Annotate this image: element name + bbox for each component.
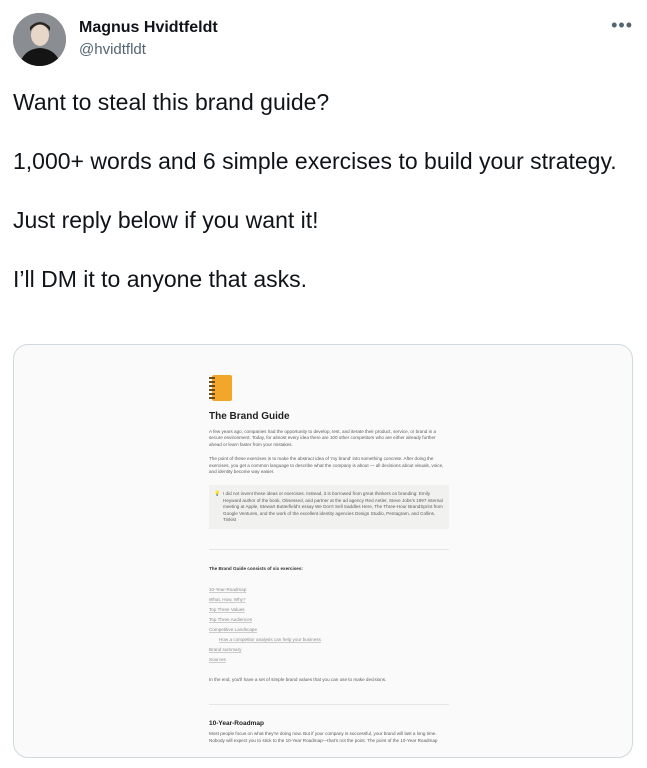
more-horizontal-icon[interactable]: •••	[611, 15, 633, 36]
tweet-paragraph: Want to steal this brand guide?	[13, 89, 330, 115]
toc-item[interactable]: How a competitor analysis can help your …	[209, 637, 449, 643]
avatar[interactable]	[13, 13, 66, 66]
author-name[interactable]: Magnus Hvidtfeldt	[79, 19, 218, 37]
tweet-paragraph: 1,000+ words and 6 simple exercises to b…	[13, 148, 617, 174]
doc-intro: A few years ago, companies had the oppor…	[209, 429, 437, 447]
toc-item[interactable]: Top Three Audiences	[209, 617, 449, 623]
doc-callout: 💡 I did not invent these ideas or exerci…	[209, 485, 449, 530]
divider	[209, 703, 449, 705]
toc-item[interactable]: Brand summary	[209, 647, 449, 653]
doc-end: In the end, you'll have a set of simple …	[209, 677, 387, 683]
toc-item[interactable]: Sources	[209, 657, 449, 663]
lightbulb-icon: 💡	[214, 491, 221, 498]
notebook-icon	[209, 375, 233, 401]
tweet-paragraph: Just reply below if you want it!	[13, 207, 319, 233]
author-handle[interactable]: @hvidtfldt	[79, 41, 146, 58]
section-title: 10-Year-Roadmap	[209, 719, 264, 727]
divider	[209, 549, 449, 551]
tweet-text: Want to steal this brand guide? 1,000+ w…	[13, 88, 623, 324]
attached-image[interactable]: The Brand Guide A few years ago, compani…	[13, 344, 633, 758]
toc-item[interactable]: 10-Year-Roadmap	[209, 587, 449, 593]
tweet-header: Magnus Hvidtfeldt @hvidtfldt •••	[13, 13, 633, 69]
brand-guide-document: The Brand Guide A few years ago, compani…	[209, 375, 449, 752]
toc-item[interactable]: Competitive Landscape	[209, 627, 449, 633]
avatar-photo	[13, 13, 66, 66]
toc-list: 10-Year-Roadmap What, How, Why? Top Thre…	[209, 587, 449, 663]
tweet-paragraph: I’ll DM it to anyone that asks.	[13, 266, 308, 292]
callout-text: I did not invent these ideas or exercise…	[223, 491, 443, 523]
toc-item[interactable]: Top Three Values	[209, 607, 449, 613]
toc-item[interactable]: What, How, Why?	[209, 597, 449, 603]
doc-title: The Brand Guide	[209, 411, 290, 422]
doc-point: The point of these exercises is to make …	[209, 456, 444, 475]
doc-consists: The Brand Guide consists of six exercise…	[209, 566, 303, 572]
section-text: Most people focus on what they're doing …	[209, 731, 438, 743]
